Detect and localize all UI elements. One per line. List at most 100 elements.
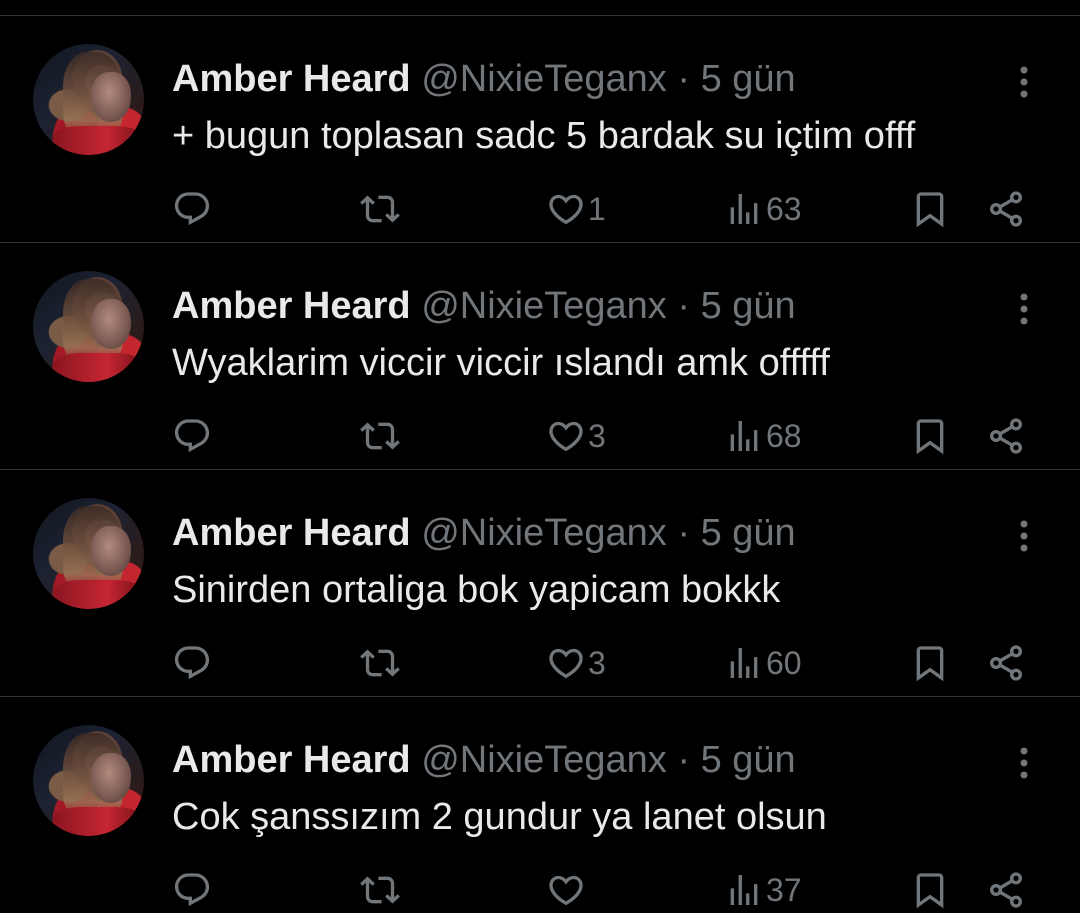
more-options-button[interactable] — [1012, 291, 1036, 327]
share-button[interactable] — [986, 186, 1026, 232]
reply-button[interactable] — [172, 640, 212, 686]
tweet-actions: 1 63 — [0, 186, 1080, 232]
views-button[interactable]: 37 — [724, 867, 802, 913]
retweet-icon — [360, 195, 400, 223]
tweet-timestamp[interactable]: 5 gün — [701, 285, 796, 327]
bookmark-icon — [916, 419, 944, 455]
views-count: 60 — [766, 644, 802, 681]
views-bar-chart-icon — [730, 648, 758, 678]
bookmark-button[interactable] — [910, 186, 950, 232]
avatar-face — [91, 526, 131, 576]
tweet[interactable]: Amber Heard @NixieTeganx · 5 gün Sinirde… — [0, 470, 1080, 697]
retweet-icon — [360, 649, 400, 677]
share-icon — [990, 645, 1022, 681]
reply-icon — [174, 873, 210, 907]
like-button[interactable] — [546, 867, 588, 913]
views-bar-chart-icon — [730, 875, 758, 905]
tweet-header: Amber Heard @NixieTeganx · 5 gün — [172, 510, 796, 556]
avatar-shirt — [53, 580, 143, 609]
header-separator: · — [677, 285, 690, 327]
avatar-face — [91, 72, 131, 122]
tweet-text: + bugun toplasan sadc 5 bardak su içtim … — [172, 115, 916, 157]
header-separator: · — [677, 58, 690, 100]
views-count: 68 — [766, 417, 802, 454]
tweet-header: Amber Heard @NixieTeganx · 5 gün — [172, 283, 796, 329]
more-options-button[interactable] — [1012, 745, 1036, 781]
retweet-icon — [360, 422, 400, 450]
tweet-text: Cok şanssızım 2 gundur ya lanet olsun — [172, 796, 827, 838]
like-count: 3 — [588, 417, 606, 454]
bookmark-button[interactable] — [910, 413, 950, 459]
reply-icon — [174, 192, 210, 226]
heart-icon — [549, 421, 583, 452]
reply-button[interactable] — [172, 867, 212, 913]
views-bar-chart-icon — [730, 421, 758, 451]
share-button[interactable] — [986, 867, 1026, 913]
header-separator: · — [677, 512, 690, 554]
heart-icon — [549, 648, 583, 679]
more-dots-icon — [1020, 293, 1028, 325]
author-handle[interactable]: @NixieTeganx — [421, 739, 667, 781]
like-count: 3 — [588, 644, 606, 681]
heart-icon — [549, 194, 583, 225]
views-count: 63 — [766, 190, 802, 227]
share-button[interactable] — [986, 640, 1026, 686]
avatar-face — [91, 299, 131, 349]
more-dots-icon — [1020, 66, 1028, 98]
like-button[interactable]: 3 — [546, 640, 606, 686]
bookmark-icon — [916, 646, 944, 682]
reply-icon — [174, 419, 210, 453]
tweet[interactable]: Amber Heard @NixieTeganx · 5 gün Cok şan… — [0, 697, 1080, 909]
author-name[interactable]: Amber Heard — [172, 58, 411, 100]
retweet-button[interactable] — [358, 867, 402, 913]
like-button[interactable]: 3 — [546, 413, 606, 459]
tweet-actions: 3 60 — [0, 640, 1080, 686]
author-name[interactable]: Amber Heard — [172, 739, 411, 781]
avatar-shirt — [53, 126, 143, 155]
bookmark-button[interactable] — [910, 640, 950, 686]
bookmark-icon — [916, 873, 944, 909]
more-options-button[interactable] — [1012, 64, 1036, 100]
tweet[interactable]: Amber Heard @NixieTeganx · 5 gün + bugun… — [0, 16, 1080, 243]
tweet[interactable]: Amber Heard @NixieTeganx · 5 gün Wyaklar… — [0, 243, 1080, 470]
avatar[interactable] — [33, 498, 144, 609]
tweet-timestamp[interactable]: 5 gün — [701, 739, 796, 781]
views-button[interactable]: 60 — [724, 640, 802, 686]
share-icon — [990, 191, 1022, 227]
avatar[interactable] — [33, 271, 144, 382]
share-icon — [990, 872, 1022, 908]
author-handle[interactable]: @NixieTeganx — [421, 285, 667, 327]
views-button[interactable]: 63 — [724, 186, 802, 232]
tweet-actions: 3 68 — [0, 413, 1080, 459]
share-icon — [990, 418, 1022, 454]
author-handle[interactable]: @NixieTeganx — [421, 512, 667, 554]
author-handle[interactable]: @NixieTeganx — [421, 58, 667, 100]
tweet-text: Sinirden ortaliga bok yapicam bokkk — [172, 569, 781, 611]
more-options-button[interactable] — [1012, 518, 1036, 554]
retweet-button[interactable] — [358, 186, 402, 232]
like-count: 1 — [588, 190, 606, 227]
author-name[interactable]: Amber Heard — [172, 285, 411, 327]
heart-icon — [549, 875, 583, 906]
avatar-shirt — [53, 807, 143, 836]
bookmark-button[interactable] — [910, 867, 950, 913]
avatar[interactable] — [33, 44, 144, 155]
tweet-header: Amber Heard @NixieTeganx · 5 gün — [172, 56, 796, 102]
tweet-timestamp[interactable]: 5 gün — [701, 512, 796, 554]
reply-button[interactable] — [172, 186, 212, 232]
like-button[interactable]: 1 — [546, 186, 606, 232]
bookmark-icon — [916, 192, 944, 228]
reply-icon — [174, 646, 210, 680]
avatar-face — [91, 753, 131, 803]
views-button[interactable]: 68 — [724, 413, 802, 459]
avatar[interactable] — [33, 725, 144, 836]
tweet-timestamp[interactable]: 5 gün — [701, 58, 796, 100]
retweet-button[interactable] — [358, 640, 402, 686]
author-name[interactable]: Amber Heard — [172, 512, 411, 554]
views-bar-chart-icon — [730, 194, 758, 224]
share-button[interactable] — [986, 413, 1026, 459]
more-dots-icon — [1020, 747, 1028, 779]
reply-button[interactable] — [172, 413, 212, 459]
retweet-button[interactable] — [358, 413, 402, 459]
avatar-shirt — [53, 353, 143, 382]
